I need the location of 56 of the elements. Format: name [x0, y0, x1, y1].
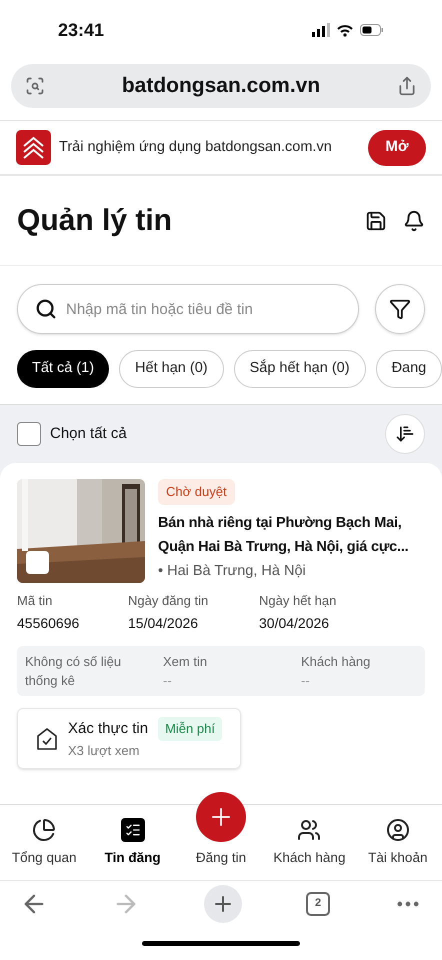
url-text: batdongsan.com.vn: [120, 73, 322, 100]
tab-count-button[interactable]: 2: [306, 892, 330, 916]
battery-icon: [360, 24, 384, 36]
listing-location: • Hai Bà Trưng, Hà Nội: [158, 562, 306, 580]
open-button[interactable]: Mở: [368, 130, 426, 166]
status-time: 23:41: [58, 18, 104, 42]
nav-tab[interactable]: Tài khoản: [354, 818, 442, 868]
field-label: Ngày đăng tin: [128, 592, 210, 610]
nav-tab[interactable]: Khách hàng: [265, 818, 354, 868]
user-icon: [386, 818, 410, 842]
filter-tab[interactable]: Đang: [376, 350, 442, 388]
field-value: 45560696: [17, 614, 80, 632]
nav-tab[interactable]: Đăng tin: [176, 792, 266, 868]
address-bar[interactable]: batdongsan.com.vn: [11, 64, 431, 108]
verify-card[interactable]: Xác thực tin Miễn phí X3 lượt xem: [17, 708, 241, 769]
field-value: 15/04/2026: [128, 614, 200, 632]
stat-value: --: [301, 672, 311, 690]
new-tab-button[interactable]: [204, 884, 242, 922]
field-value: 30/04/2026: [259, 614, 330, 632]
page-title: Quản lý tin: [17, 203, 174, 239]
select-all-checkbox[interactable]: [17, 422, 41, 446]
sort-icon: [395, 424, 415, 444]
checklist-icon: [120, 818, 145, 842]
nav-tab[interactable]: Tin đăng: [88, 818, 177, 868]
filter-tab[interactable]: Sắp hết hạn (0): [234, 350, 366, 388]
search-field[interactable]: Nhập mã tin hoặc tiêu đề tin: [17, 284, 359, 334]
field-label: Mã tin: [17, 592, 54, 610]
nav-tab[interactable]: Tổng quan: [0, 818, 88, 868]
filter-tab[interactable]: Hết hạn (0): [119, 350, 224, 388]
signal-icon: [312, 23, 330, 37]
status-badge: Chờ duyệt: [158, 479, 235, 504]
search-icon: [35, 298, 57, 320]
wifi-icon: [337, 24, 353, 36]
stat-label: Xem tin: [163, 652, 208, 670]
banner-text: Trải nghiệm ứng dụng batdongsan.com.vn: [59, 138, 333, 157]
stat-label: Khách hàng: [301, 652, 372, 670]
verify-subtitle: X3 lượt xem: [68, 742, 140, 760]
listing-checkbox[interactable]: [26, 551, 49, 574]
filter-tab[interactable]: Tất cả (1): [17, 350, 110, 388]
pie-chart-icon: [32, 818, 56, 842]
filter-button[interactable]: [375, 284, 425, 334]
filter-icon: [389, 298, 411, 320]
stat-value: --: [163, 672, 173, 690]
bell-icon[interactable]: [403, 210, 425, 232]
select-all-label: Chọn tất cả: [50, 424, 128, 444]
listing-title: Bán nhà riêng tại Phường Bạch Mai, Quận Hai Bà Trưng, Hà Nội, giá cực...: [158, 514, 410, 556]
scan-icon[interactable]: [25, 76, 45, 96]
users-icon: [297, 818, 322, 842]
verify-title: Xác thực tin: [68, 718, 148, 738]
field-label: Ngày hết hạn: [259, 592, 338, 610]
free-badge: Miễn phí: [158, 717, 222, 740]
sort-button[interactable]: [385, 414, 425, 454]
share-icon[interactable]: [397, 76, 417, 96]
stat-label: Không có số liệu thống kê: [25, 652, 122, 690]
app-logo-icon: [16, 130, 51, 165]
house-check-icon: [36, 726, 58, 750]
